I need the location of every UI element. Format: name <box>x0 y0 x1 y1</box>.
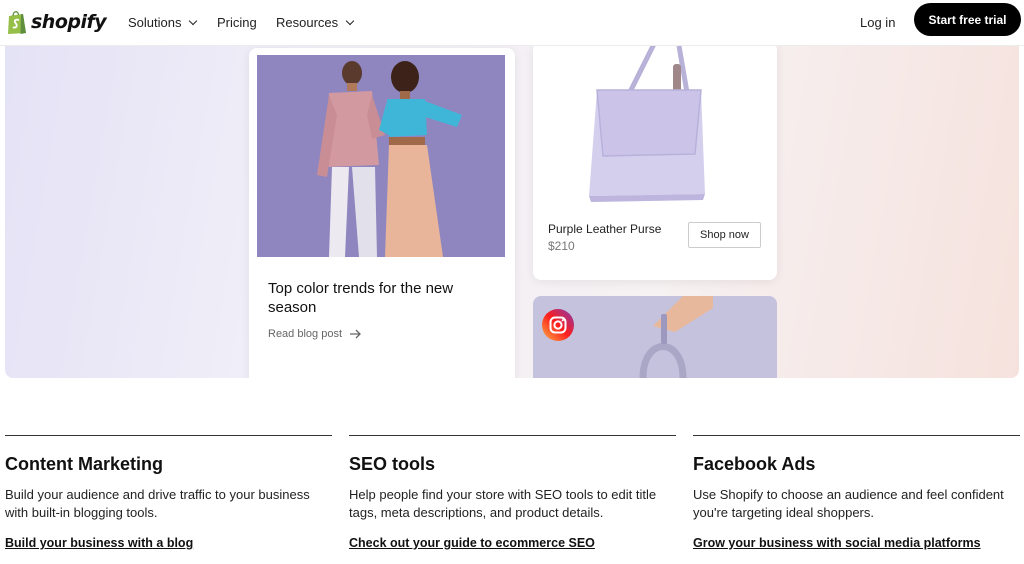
feature-link[interactable]: Grow your business with social media pla… <box>693 536 981 550</box>
nav-item-solutions[interactable]: Solutions <box>128 15 198 30</box>
feature-link[interactable]: Build your business with a blog <box>5 536 193 550</box>
product-name: Purple Leather Purse <box>548 222 662 236</box>
feature-content-marketing: Content Marketing Build your audience an… <box>5 435 332 550</box>
chevron-down-icon <box>345 16 355 26</box>
two-women-photo <box>257 55 505 257</box>
product-card[interactable]: Purple Leather Purse $210 Shop now <box>533 46 777 280</box>
read-blog-post-label: Read blog post <box>268 328 342 340</box>
product-price: $210 <box>548 239 575 253</box>
hand-holding-bag-image <box>639 296 713 378</box>
blog-card-title: Top color trends for the new season <box>268 280 454 316</box>
feature-title: SEO tools <box>349 454 436 474</box>
arrow-right-icon <box>350 329 361 339</box>
feature-seo-tools: SEO tools Help people find your store wi… <box>349 435 676 550</box>
feature-link[interactable]: Check out your guide to ecommerce SEO <box>349 536 595 550</box>
feature-description: Build your audience and drive traffic to… <box>5 487 310 520</box>
shopify-logo[interactable]: shopify <box>6 9 107 35</box>
shopify-bag-icon <box>8 11 26 34</box>
chevron-down-icon <box>189 16 198 26</box>
login-link[interactable]: Log in <box>860 15 895 30</box>
shop-now-button[interactable]: Shop now <box>688 222 761 248</box>
feature-title: Facebook Ads <box>693 454 816 474</box>
nav-item-resources[interactable]: Resources <box>276 15 355 30</box>
nav-item-pricing[interactable]: Pricing <box>217 15 257 30</box>
read-blog-post-link[interactable]: Read blog post <box>268 328 362 340</box>
feature-facebook-ads: Facebook Ads Use Shopify to choose an au… <box>693 435 1020 550</box>
feature-description: Help people find your store with SEO too… <box>349 487 657 520</box>
photo-illustration <box>257 55 505 257</box>
nav-item-label: Resources <box>276 15 339 30</box>
nav-item-label: Solutions <box>128 15 182 30</box>
top-nav: shopify Solutions Pricing Resources Log … <box>0 0 1024 46</box>
purple-purse-image <box>589 46 705 202</box>
feature-description: Use Shopify to choose an audience and fe… <box>693 487 1004 520</box>
nav-item-label: Pricing <box>217 15 257 30</box>
feature-title: Content Marketing <box>5 454 164 474</box>
instagram-icon <box>542 309 574 341</box>
blog-card[interactable]: Top color trends for the new season Read… <box>249 48 515 378</box>
logo-wordmark: shopify <box>31 11 107 33</box>
instagram-card[interactable] <box>533 296 777 378</box>
hero-panel: Top color trends for the new season Read… <box>5 46 1019 378</box>
start-free-trial-button[interactable]: Start free trial <box>914 3 1021 36</box>
